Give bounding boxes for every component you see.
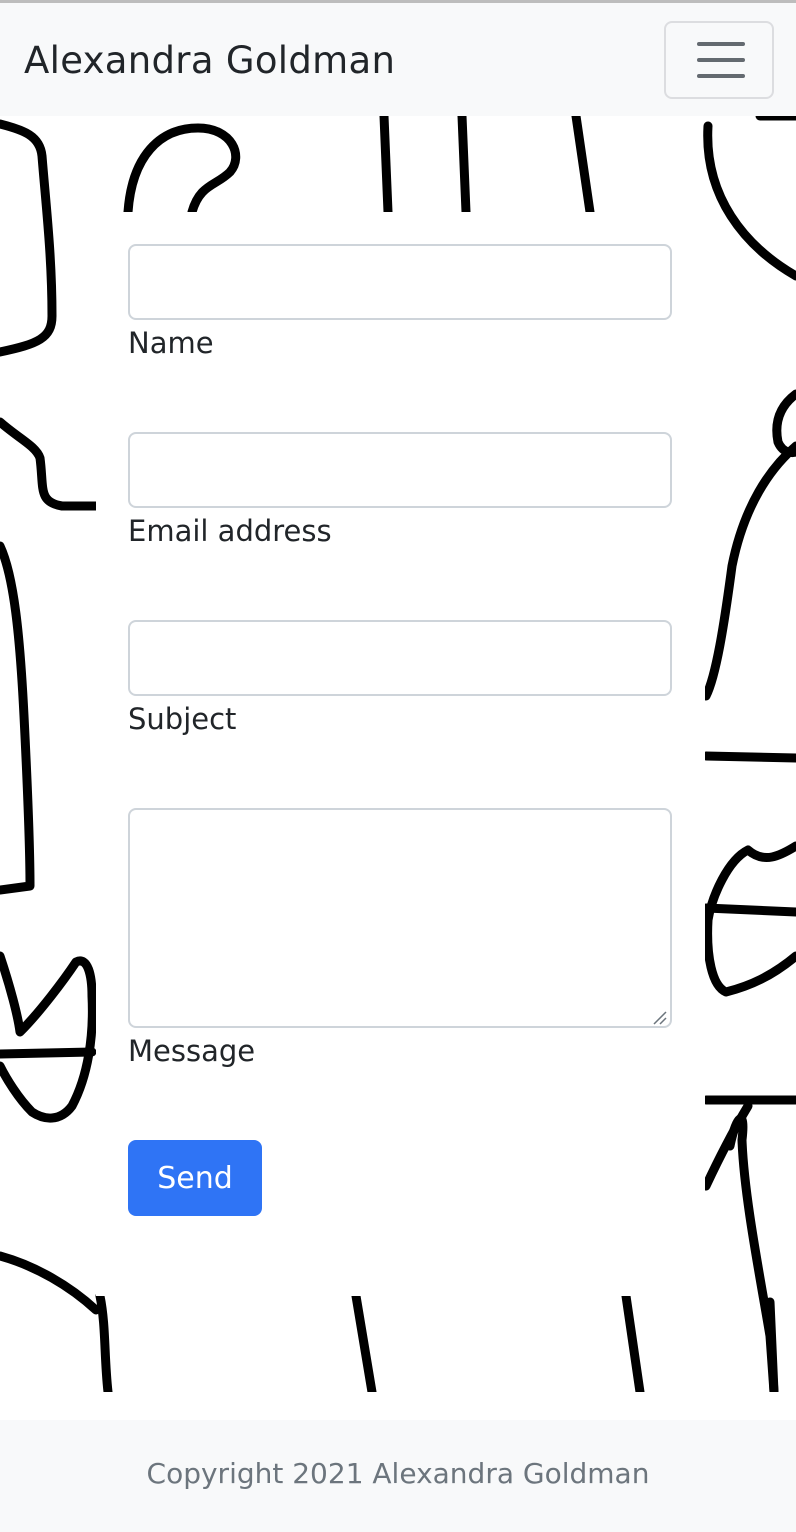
- page: Alexandra Goldman Name Email address Sub…: [0, 0, 796, 1532]
- hamburger-menu-icon: [697, 42, 745, 46]
- navbar: Alexandra Goldman: [0, 3, 796, 116]
- name-input[interactable]: [128, 244, 672, 320]
- footer: Copyright 2021 Alexandra Goldman: [0, 1420, 796, 1532]
- menu-toggle-button[interactable]: [664, 21, 774, 99]
- send-button[interactable]: Send: [128, 1140, 262, 1216]
- form-panel: [96, 212, 705, 1296]
- hamburger-menu-icon-bar-2: [697, 58, 745, 62]
- email-input[interactable]: [128, 432, 672, 508]
- resize-handle-icon[interactable]: [651, 1009, 667, 1025]
- name-label: Name: [128, 326, 214, 360]
- subject-input[interactable]: [128, 620, 672, 696]
- copyright-text: Copyright 2021 Alexandra Goldman: [146, 1457, 650, 1490]
- subject-label: Subject: [128, 702, 237, 736]
- message-label: Message: [128, 1034, 256, 1068]
- message-textarea[interactable]: [128, 808, 672, 1028]
- email-label: Email address: [128, 514, 332, 548]
- brand-link[interactable]: Alexandra Goldman: [24, 39, 395, 83]
- hamburger-menu-icon-bar-3: [697, 74, 745, 78]
